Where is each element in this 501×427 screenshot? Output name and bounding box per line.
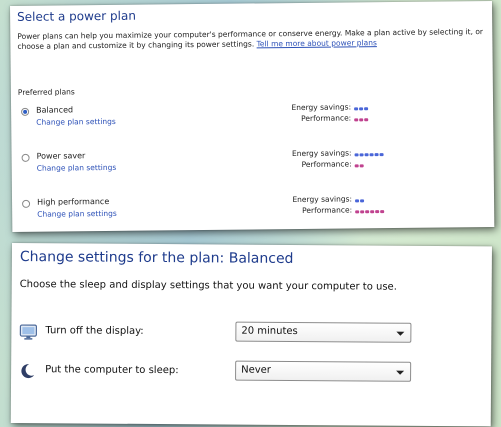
- energy-level-dot: [364, 152, 369, 156]
- performance-row: Performance:: [274, 205, 385, 216]
- display-timeout-dropdown[interactable]: 20 minutes: [235, 321, 412, 343]
- plan-high-performance: High performance Change plan settings En…: [22, 193, 482, 238]
- sleep-setting-label: Put the computer to sleep:: [45, 364, 179, 377]
- page-title: Select a power plan: [17, 8, 137, 24]
- energy-savings-row: Energy savings:: [274, 148, 385, 159]
- learn-more-link[interactable]: Tell me more about power plans: [257, 38, 377, 48]
- performance-meter: [354, 160, 365, 169]
- performance-level-dot: [355, 209, 360, 213]
- plan-settings-panel: Change settings for the plan: Balanced C…: [10, 243, 492, 427]
- plan-meters: Energy savings: Performance:: [274, 147, 454, 169]
- energy-level-dot: [374, 152, 379, 156]
- performance-level-dot: [354, 117, 359, 121]
- preferred-plans-heading: Preferred plans: [17, 87, 75, 97]
- performance-label: Performance:: [301, 113, 352, 123]
- display-setting-row: Turn off the display: 20 minutes: [19, 320, 479, 349]
- energy-savings-label: Energy savings:: [291, 148, 352, 159]
- performance-row: Performance:: [273, 113, 369, 124]
- power-plan-panel: Select a power plan Power plans can help…: [10, 0, 495, 232]
- energy-savings-meter: [355, 195, 365, 204]
- chevron-down-icon: [396, 331, 405, 336]
- change-plan-settings-link[interactable]: Change plan settings: [37, 209, 117, 219]
- energy-level-dot: [354, 106, 359, 110]
- settings-description: Choose the sleep and display settings th…: [19, 279, 397, 293]
- plan-power-saver: Power saver Change plan settings Energy …: [21, 147, 482, 192]
- performance-level-dot: [364, 117, 369, 121]
- performance-level-dot: [380, 209, 385, 213]
- performance-meter: [355, 206, 385, 215]
- plan-name[interactable]: Power saver: [37, 151, 86, 161]
- energy-savings-row: Energy savings:: [274, 194, 365, 205]
- plan-power-saver-radio[interactable]: [21, 153, 30, 162]
- plan-high-performance-radio[interactable]: [22, 199, 31, 208]
- plan-description: Power plans can help you maximize your c…: [17, 27, 489, 52]
- plan-balanced: Balanced Change plan settings Energy sav…: [21, 101, 481, 146]
- monitor-icon: [19, 324, 38, 340]
- dropdown-value: 20 minutes: [241, 325, 298, 337]
- performance-level-dot: [375, 209, 380, 213]
- performance-label: Performance:: [301, 159, 352, 169]
- plan-balanced-radio[interactable]: [21, 107, 30, 116]
- energy-savings-meter: [354, 103, 369, 112]
- plan-name[interactable]: High performance: [37, 197, 109, 207]
- sleep-setting-row: Put the computer to sleep: Never: [19, 359, 479, 388]
- moon-icon: [21, 364, 35, 379]
- energy-level-dot: [364, 106, 369, 110]
- plan-description-text: Power plans can help you maximize your c…: [17, 27, 484, 51]
- performance-level-dot: [359, 163, 364, 167]
- performance-label: Performance:: [302, 205, 353, 215]
- change-plan-settings-link[interactable]: Change plan settings: [37, 163, 117, 173]
- plan-meters: Energy savings: Performance:: [273, 101, 453, 123]
- energy-level-dot: [355, 198, 360, 202]
- energy-savings-row: Energy savings:: [273, 102, 369, 113]
- settings-title: Change settings for the plan: Balanced: [19, 249, 294, 267]
- dropdown-value: Never: [241, 364, 271, 376]
- plan-name[interactable]: Balanced: [36, 105, 73, 114]
- performance-level-dot: [370, 209, 375, 213]
- energy-level-dot: [369, 152, 374, 156]
- performance-level-dot: [354, 163, 359, 167]
- chevron-down-icon: [396, 370, 405, 375]
- performance-level-dot: [360, 209, 365, 213]
- sleep-timeout-dropdown[interactable]: Never: [235, 360, 412, 382]
- energy-level-dot: [359, 106, 364, 110]
- plan-meters: Energy savings: Performance:: [274, 193, 454, 215]
- energy-savings-label: Energy savings:: [292, 194, 353, 205]
- display-setting-label: Turn off the display:: [45, 325, 144, 337]
- energy-level-dot: [359, 152, 364, 156]
- performance-level-dot: [365, 209, 370, 213]
- energy-savings-meter: [354, 149, 385, 158]
- energy-level-dot: [354, 152, 359, 156]
- performance-meter: [354, 114, 369, 123]
- change-plan-settings-link[interactable]: Change plan settings: [36, 117, 116, 127]
- performance-row: Performance:: [274, 159, 365, 170]
- energy-savings-label: Energy savings:: [291, 102, 352, 113]
- energy-level-dot: [379, 152, 384, 156]
- energy-level-dot: [360, 198, 365, 202]
- performance-level-dot: [359, 117, 364, 121]
